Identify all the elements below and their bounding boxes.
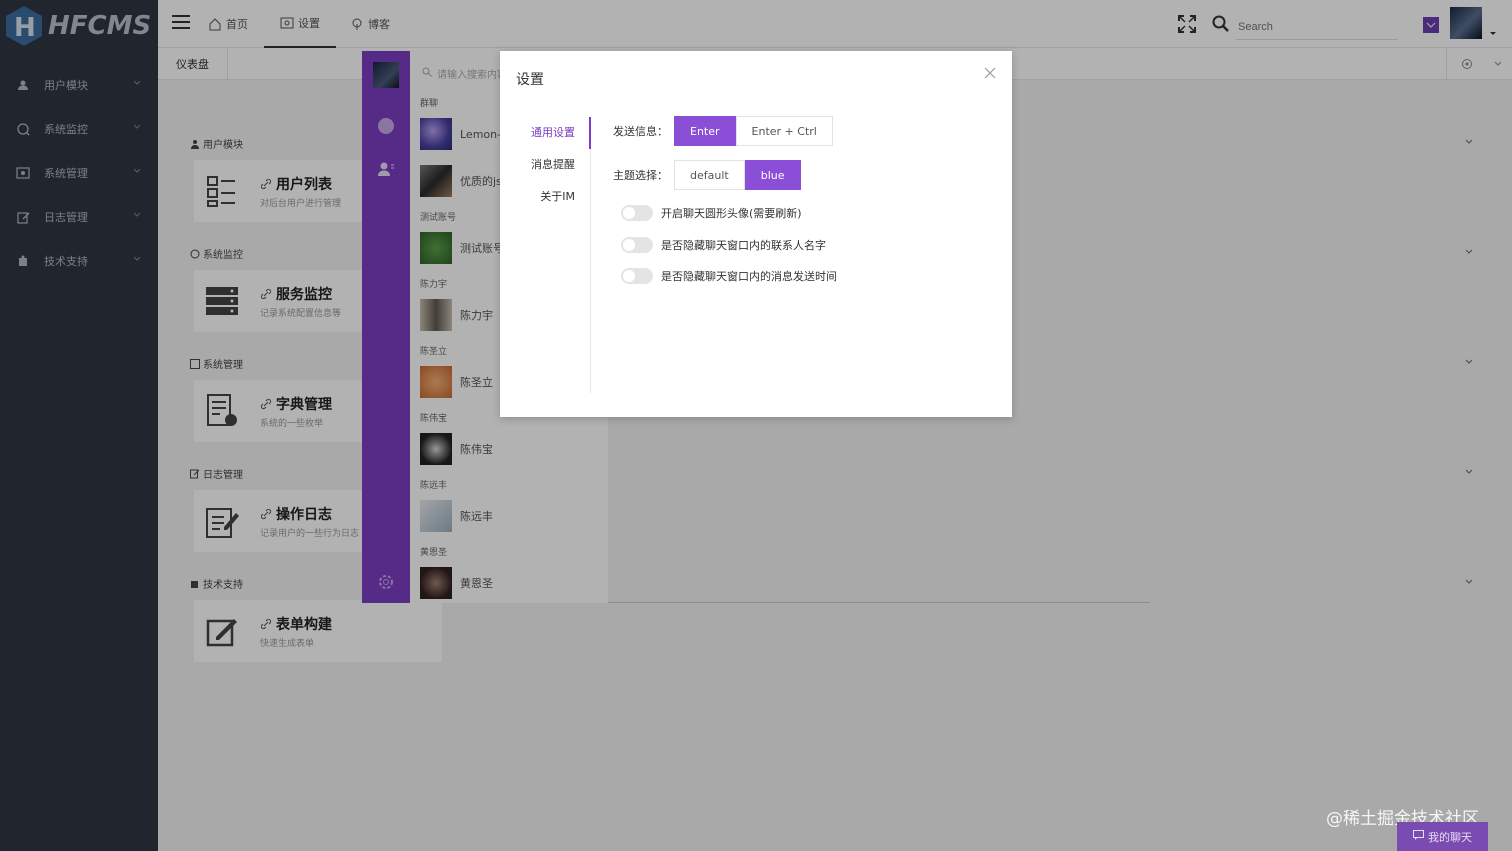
- theme-blue-button[interactable]: blue: [744, 160, 801, 190]
- chat-bubble-icon: [1413, 830, 1424, 843]
- tab-about-im[interactable]: 关于IM: [500, 181, 590, 213]
- send-enter-button[interactable]: Enter: [674, 116, 736, 146]
- send-mode-selector: Enter Enter + Ctrl: [674, 116, 833, 146]
- my-chat-button[interactable]: 我的聊天: [1397, 822, 1488, 851]
- send-enter-ctrl-button[interactable]: Enter + Ctrl: [735, 116, 833, 146]
- toggle-row-hide-contact-name: 是否隐藏聊天窗口内的联系人名字: [621, 237, 826, 253]
- theme-setting-row: 主题选择： default blue: [613, 160, 801, 190]
- settings-nav: 通用设置 消息提醒 关于IM: [500, 117, 591, 393]
- hide-send-time-toggle[interactable]: [621, 268, 653, 284]
- theme-default-button[interactable]: default: [674, 160, 745, 190]
- send-label: 发送信息：: [613, 125, 668, 138]
- my-chat-label: 我的聊天: [1428, 830, 1472, 844]
- settings-modal: 设置 通用设置 消息提醒 关于IM 发送信息： Enter Enter + Ct…: [500, 51, 1012, 417]
- toggle-label: 是否隐藏聊天窗口内的联系人名字: [661, 239, 826, 252]
- round-avatar-toggle[interactable]: [621, 205, 653, 221]
- toggle-label: 是否隐藏聊天窗口内的消息发送时间: [661, 270, 837, 283]
- send-setting-row: 发送信息： Enter Enter + Ctrl: [613, 116, 833, 146]
- toggle-label: 开启聊天圆形头像(需要刷新): [661, 207, 802, 220]
- tab-general-settings[interactable]: 通用设置: [500, 117, 591, 149]
- modal-title: 设置: [516, 72, 544, 88]
- theme-label: 主题选择：: [613, 169, 668, 182]
- tab-message-notify[interactable]: 消息提醒: [500, 149, 590, 181]
- toggle-row-round-avatar: 开启聊天圆形头像(需要刷新): [621, 205, 802, 221]
- toggle-row-hide-send-time: 是否隐藏聊天窗口内的消息发送时间: [621, 268, 837, 284]
- close-icon[interactable]: [984, 67, 996, 79]
- hide-contact-name-toggle[interactable]: [621, 237, 653, 253]
- theme-selector: default blue: [674, 160, 801, 190]
